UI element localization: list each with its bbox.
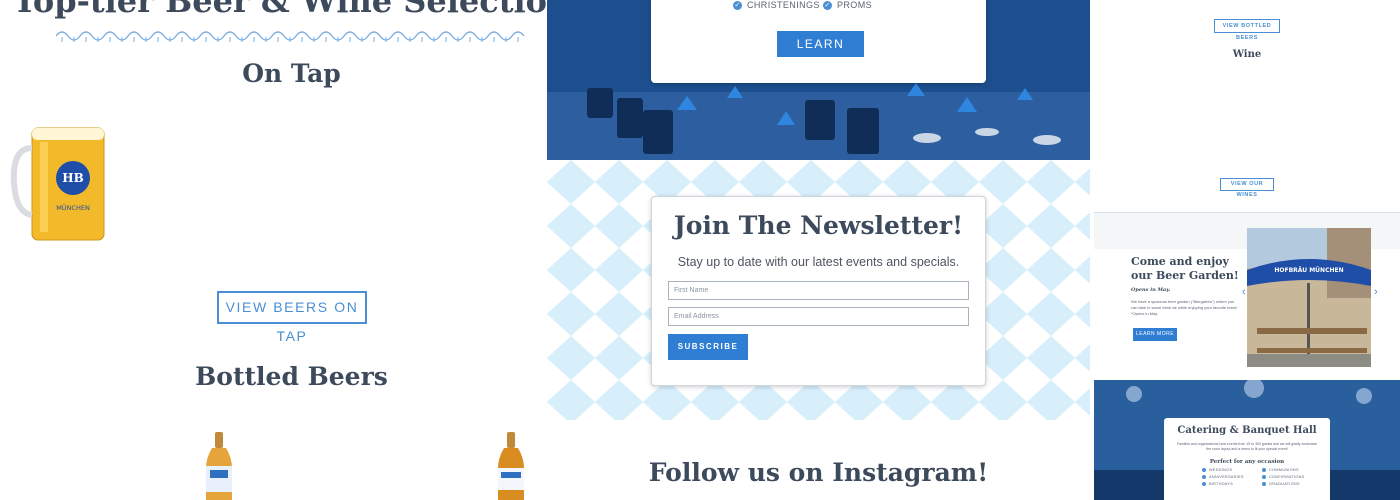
list-item: ANNIVERSARIES bbox=[1202, 475, 1262, 479]
learn-more-button[interactable]: LEARN MORE bbox=[777, 31, 864, 77]
umbrella-text: HOFBRÄU MÜNCHEN bbox=[1274, 267, 1343, 274]
wine-heading: Wine bbox=[1232, 49, 1262, 60]
chevron-left-icon[interactable]: ‹ bbox=[1242, 286, 1246, 298]
instagram-heading: Follow us on Instagram! bbox=[648, 458, 989, 487]
check-icon bbox=[1262, 482, 1266, 486]
section-title: Top-tier Beer & Wine Selection bbox=[12, 0, 547, 20]
instagram-section: Follow us on Instagram! bbox=[547, 420, 1090, 500]
mug-logo-text: HB bbox=[62, 171, 83, 185]
check-icon bbox=[1262, 468, 1266, 472]
check-icon bbox=[1202, 475, 1206, 479]
bottle-image[interactable] bbox=[196, 430, 242, 500]
events-banner: ✓ CHRISTENINGS ✓ PROMS LEARN MORE bbox=[547, 0, 1090, 160]
view-wines-button[interactable]: VIEW OUR WINES bbox=[1220, 178, 1274, 198]
list-item: WEDDINGS bbox=[1202, 468, 1262, 472]
subscribe-button[interactable]: SUBSCRIBE bbox=[668, 334, 748, 360]
perfect-for-heading: Perfect for any occasion bbox=[1209, 459, 1285, 465]
banquet-hall-section: Catering & Banquet Hall Families and org… bbox=[1094, 380, 1400, 500]
occasion-list: WEDDINGS COMMUNIONS ANNIVERSARIES CONFIR… bbox=[1202, 468, 1322, 486]
email-field[interactable]: Email Address bbox=[668, 307, 969, 326]
newsletter-section: Join The Newsletter! Stay up to date wit… bbox=[547, 160, 1090, 420]
beer-wine-section: Top-tier Beer & Wine Selection On Tap HB… bbox=[0, 0, 547, 500]
beer-garden-photo: HOFBRÄU MÜNCHEN bbox=[1247, 228, 1371, 367]
mug-city-text: MÜNCHEN bbox=[56, 203, 90, 212]
beer-garden-section: ‹ › HOFBRÄU MÜNCHEN Come and enjoy our B… bbox=[1094, 212, 1400, 380]
list-item: CONFIRMATIONS bbox=[1262, 475, 1322, 479]
checklist-item: ✓ PROMS bbox=[823, 0, 873, 10]
list-item: GRADUATIONS bbox=[1262, 482, 1322, 486]
opens-note: Opens in May. bbox=[1131, 287, 1171, 293]
newsletter-heading: Join The Newsletter! bbox=[673, 211, 964, 240]
first-name-field[interactable]: First Name bbox=[668, 281, 969, 300]
view-bottled-beers-button[interactable]: VIEW BOTTLED BEERS bbox=[1214, 19, 1280, 41]
beer-garden-heading: Come and enjoy our Beer Garden! bbox=[1131, 255, 1239, 282]
bottle-image[interactable] bbox=[488, 430, 534, 500]
beer-garden-learn-more-button[interactable]: LEARN MORE bbox=[1133, 328, 1177, 341]
check-icon bbox=[1262, 475, 1266, 479]
bottled-beers-heading: Bottled Beers bbox=[195, 362, 388, 391]
on-tap-heading: On Tap bbox=[242, 59, 341, 88]
beer-mug-image[interactable]: HB MÜNCHEN bbox=[10, 120, 120, 250]
banquet-hall-card: Catering & Banquet Hall Families and org… bbox=[1164, 418, 1330, 500]
checklist-item: ✓ CHRISTENINGS bbox=[733, 0, 820, 10]
newsletter-subtext: Stay up to date with our latest events a… bbox=[677, 255, 960, 269]
check-icon: ✓ bbox=[823, 0, 832, 10]
check-icon bbox=[1202, 482, 1206, 486]
banquet-hall-description: Families and organizations host events f… bbox=[1176, 442, 1318, 451]
beer-garden-description: We have a spacious beer garden ("Biergar… bbox=[1131, 299, 1238, 316]
list-item: COMMUNIONS bbox=[1262, 468, 1322, 472]
view-beers-on-tap-button[interactable]: VIEW BEERS ON TAP bbox=[217, 291, 367, 344]
list-item: BIRTHDAYS bbox=[1202, 482, 1262, 486]
decorative-divider bbox=[56, 31, 525, 42]
chevron-right-icon[interactable]: › bbox=[1374, 286, 1378, 298]
newsletter-card: Join The Newsletter! Stay up to date wit… bbox=[651, 196, 986, 386]
check-icon bbox=[1202, 468, 1206, 472]
events-card: ✓ CHRISTENINGS ✓ PROMS LEARN MORE bbox=[651, 0, 986, 83]
banquet-hall-heading: Catering & Banquet Hall bbox=[1177, 425, 1317, 436]
check-icon: ✓ bbox=[733, 0, 742, 10]
page-preview-column: VIEW BOTTLED BEERS Wine VIEW OUR WINES ‹… bbox=[1090, 0, 1400, 500]
